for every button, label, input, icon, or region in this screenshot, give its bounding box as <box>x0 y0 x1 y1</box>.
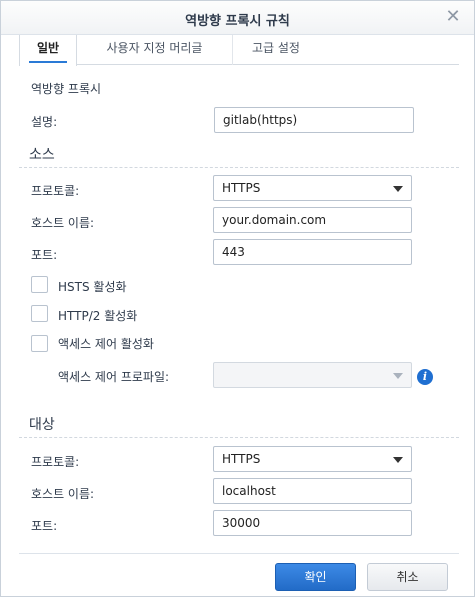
hsts-label: HSTS 활성화 <box>58 280 127 294</box>
access-control-checkbox[interactable] <box>31 335 48 352</box>
access-profile-select[interactable] <box>213 362 412 388</box>
tab-advanced-settings[interactable]: 고급 설정 <box>232 35 319 65</box>
hsts-checkbox[interactable] <box>31 276 48 293</box>
source-protocol-value: HTTPS <box>222 181 261 195</box>
section-divider <box>19 437 459 438</box>
access-profile-label: 액세스 제어 프로파일: <box>58 370 170 384</box>
http2-label: HTTP/2 활성화 <box>58 309 138 323</box>
source-hostname-label: 호스트 이름: <box>31 216 95 230</box>
access-control-label: 액세스 제어 활성화 <box>58 337 154 351</box>
destination-protocol-value: HTTPS <box>222 452 261 466</box>
source-hostname-input[interactable]: your.domain.com <box>213 207 412 233</box>
dialog-titlebar: 역방향 프록시 규칙 ✕ <box>1 1 474 35</box>
tab-bar: 일반 사용자 지정 머리글 고급 설정 <box>19 35 459 66</box>
destination-port-label: 포트: <box>31 519 58 533</box>
source-protocol-label: 프로토콜: <box>31 184 80 198</box>
source-section-title: 소스 <box>29 147 55 163</box>
description-label: 설명: <box>31 115 58 129</box>
source-port-label: 포트: <box>31 248 58 262</box>
destination-protocol-label: 프로토콜: <box>31 455 80 469</box>
destination-hostname-input[interactable]: localhost <box>213 478 412 504</box>
destination-section-title: 대상 <box>29 417 55 433</box>
chevron-down-icon <box>393 186 403 192</box>
tab-general[interactable]: 일반 <box>19 35 77 66</box>
chevron-down-icon <box>393 373 403 379</box>
destination-hostname-label: 호스트 이름: <box>31 487 95 501</box>
footer-divider <box>19 553 459 554</box>
tab-custom-headers[interactable]: 사용자 지정 머리글 <box>77 35 232 65</box>
chevron-down-icon <box>393 457 403 463</box>
rule-type-label: 역방향 프록시 <box>31 82 102 96</box>
close-icon[interactable]: ✕ <box>444 8 462 26</box>
ok-button[interactable]: 확인 <box>275 563 356 591</box>
cancel-button[interactable]: 취소 <box>367 563 448 591</box>
destination-port-input[interactable]: 30000 <box>213 510 412 536</box>
source-protocol-select[interactable]: HTTPS <box>213 175 412 201</box>
reverse-proxy-rule-dialog: 역방향 프록시 규칙 ✕ 일반 사용자 지정 머리글 고급 설정 역방향 프록시… <box>0 0 475 597</box>
dialog-title: 역방향 프록시 규칙 <box>185 14 290 29</box>
description-input[interactable]: gitlab(https) <box>214 107 414 133</box>
info-icon[interactable]: i <box>417 369 433 385</box>
destination-protocol-select[interactable]: HTTPS <box>213 446 412 472</box>
source-port-input[interactable]: 443 <box>213 239 412 265</box>
http2-checkbox[interactable] <box>31 305 48 322</box>
section-divider <box>19 167 459 168</box>
